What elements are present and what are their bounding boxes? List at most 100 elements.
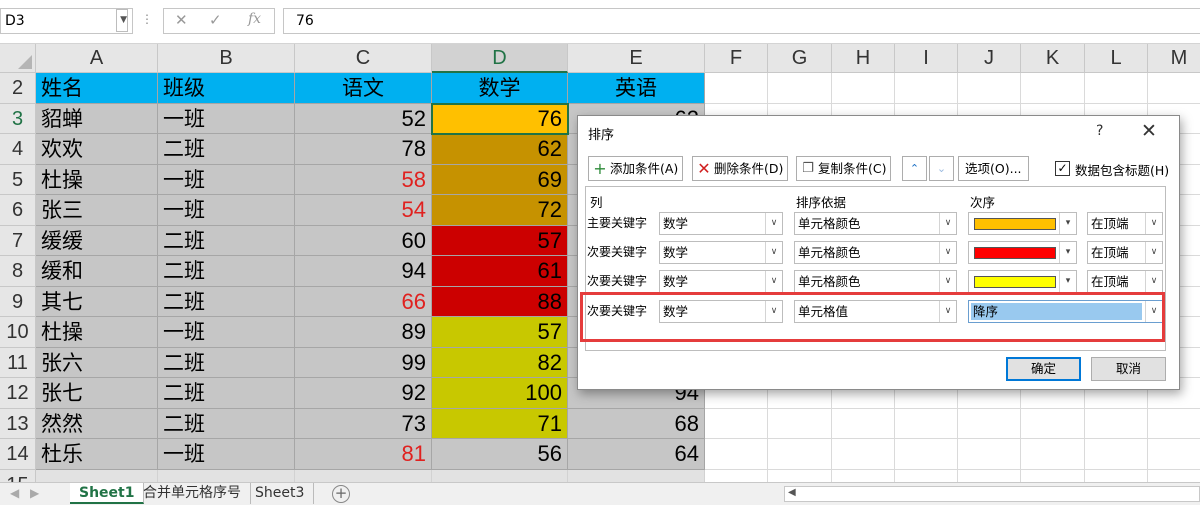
header-checkbox[interactable]: ✓ xyxy=(1055,161,1070,176)
column-header-c[interactable]: C xyxy=(295,44,432,73)
add-sheet-button[interactable]: + xyxy=(332,485,350,503)
table-cell[interactable]: 100 xyxy=(432,378,568,409)
table-cell[interactable] xyxy=(158,469,295,482)
row-header[interactable]: 6 xyxy=(0,195,36,226)
row-header[interactable]: 15 xyxy=(0,469,36,482)
table-cell[interactable]: 99 xyxy=(295,347,432,378)
table-cell[interactable]: 68 xyxy=(568,408,705,439)
chevron-down-icon[interactable]: ∨ xyxy=(939,213,956,234)
chevron-down-icon[interactable]: ∨ xyxy=(765,242,782,263)
empty-cell[interactable] xyxy=(768,73,832,104)
empty-cell[interactable] xyxy=(768,439,832,470)
chevron-down-icon[interactable]: ∨ xyxy=(1145,271,1162,292)
empty-cell[interactable] xyxy=(1021,73,1085,104)
options-button[interactable]: 选项(O)... xyxy=(958,156,1029,181)
column-header-l[interactable]: L xyxy=(1085,44,1148,73)
column-title[interactable]: 数学 xyxy=(432,73,568,104)
row-header[interactable]: 10 xyxy=(0,317,36,348)
table-cell[interactable]: 94 xyxy=(295,256,432,287)
empty-cell[interactable] xyxy=(768,469,832,482)
position-dropdown[interactable]: 在顶端 ∨ xyxy=(1087,241,1163,264)
row-header[interactable]: 11 xyxy=(0,347,36,378)
table-cell[interactable]: 72 xyxy=(432,195,568,226)
table-cell[interactable]: 76 xyxy=(432,103,568,134)
sort-on-dropdown[interactable]: 单元格颜色 ∨ xyxy=(794,212,957,235)
table-cell[interactable] xyxy=(432,469,568,482)
empty-cell[interactable] xyxy=(1085,408,1148,439)
table-cell[interactable] xyxy=(568,469,705,482)
empty-cell[interactable] xyxy=(1021,469,1085,482)
table-cell[interactable]: 二班 xyxy=(158,134,295,165)
empty-cell[interactable] xyxy=(958,73,1021,104)
cancel-icon[interactable]: ✕ xyxy=(175,11,188,29)
chevron-down-icon[interactable]: ∨ xyxy=(939,271,956,292)
table-cell[interactable]: 61 xyxy=(432,256,568,287)
table-cell[interactable]: 69 xyxy=(432,164,568,195)
table-cell[interactable]: 然然 xyxy=(36,408,158,439)
empty-cell[interactable] xyxy=(895,439,958,470)
table-cell[interactable]: 一班 xyxy=(158,103,295,134)
close-icon[interactable]: ✕ xyxy=(1141,120,1157,142)
chevron-down-icon[interactable]: ▾ xyxy=(1059,213,1076,234)
empty-cell[interactable] xyxy=(895,73,958,104)
table-cell[interactable]: 张三 xyxy=(36,195,158,226)
table-cell[interactable]: 二班 xyxy=(158,225,295,256)
empty-cell[interactable] xyxy=(705,469,768,482)
table-cell[interactable]: 66 xyxy=(295,286,432,317)
table-cell[interactable]: 二班 xyxy=(158,378,295,409)
table-cell[interactable]: 一班 xyxy=(158,317,295,348)
table-cell[interactable]: 58 xyxy=(295,164,432,195)
table-cell[interactable]: 73 xyxy=(295,408,432,439)
table-cell[interactable]: 二班 xyxy=(158,256,295,287)
column-title[interactable]: 姓名 xyxy=(36,73,158,104)
empty-cell[interactable] xyxy=(768,408,832,439)
delete-condition-button[interactable]: ✕ 删除条件(D) xyxy=(692,156,789,181)
table-cell[interactable]: 56 xyxy=(432,439,568,470)
empty-cell[interactable] xyxy=(895,408,958,439)
table-cell[interactable]: 54 xyxy=(295,195,432,226)
copy-condition-button[interactable]: ❐ 复制条件(C) xyxy=(796,156,892,181)
table-cell[interactable]: 一班 xyxy=(158,195,295,226)
row-header[interactable]: 13 xyxy=(0,408,36,439)
empty-cell[interactable] xyxy=(1148,73,1200,104)
ok-button[interactable]: 确定 xyxy=(1006,357,1081,381)
chevron-down-icon[interactable]: ▼ xyxy=(116,9,128,32)
column-header-j[interactable]: J xyxy=(958,44,1021,73)
row-header[interactable]: 5 xyxy=(0,164,36,195)
scroll-left-icon[interactable]: ◀ xyxy=(788,487,796,498)
help-icon[interactable]: ? xyxy=(1096,123,1103,139)
empty-cell[interactable] xyxy=(832,469,895,482)
table-cell[interactable]: 52 xyxy=(295,103,432,134)
table-cell[interactable]: 一班 xyxy=(158,164,295,195)
table-cell[interactable]: 二班 xyxy=(158,347,295,378)
sheet-tab-3[interactable]: Sheet3 xyxy=(246,483,315,504)
empty-cell[interactable] xyxy=(1148,409,1200,439)
table-cell[interactable]: 杜操 xyxy=(36,317,158,348)
table-cell[interactable]: 张六 xyxy=(36,347,158,378)
chevron-down-icon[interactable]: ∨ xyxy=(1145,213,1162,234)
row-header[interactable]: 7 xyxy=(0,225,36,256)
table-cell[interactable] xyxy=(295,469,432,482)
table-cell[interactable]: 64 xyxy=(568,439,705,470)
column-header-g[interactable]: G xyxy=(768,44,832,73)
order-color-dropdown[interactable]: ▾ xyxy=(968,241,1077,264)
table-cell[interactable]: 欢欢 xyxy=(36,134,158,165)
empty-cell[interactable] xyxy=(705,408,768,439)
table-cell[interactable]: 57 xyxy=(432,225,568,256)
column-header-f[interactable]: F xyxy=(705,44,768,73)
table-cell[interactable]: 缓缓 xyxy=(36,225,158,256)
table-cell[interactable]: 71 xyxy=(432,408,568,439)
column-header-k[interactable]: K xyxy=(1021,44,1085,73)
row-header[interactable]: 14 xyxy=(0,439,36,470)
empty-cell[interactable] xyxy=(958,408,1021,439)
empty-cell[interactable] xyxy=(1085,73,1148,104)
sort-column-dropdown[interactable]: 数学 ∨ xyxy=(659,241,783,264)
empty-cell[interactable] xyxy=(958,439,1021,470)
name-box[interactable]: D3 ▼ xyxy=(0,8,133,34)
table-cell[interactable] xyxy=(36,469,158,482)
column-header-m[interactable]: M xyxy=(1148,44,1200,73)
column-title[interactable]: 班级 xyxy=(158,73,295,104)
table-cell[interactable]: 62 xyxy=(432,134,568,165)
sort-column-dropdown[interactable]: 数学 ∨ xyxy=(659,212,783,235)
table-cell[interactable]: 88 xyxy=(432,286,568,317)
